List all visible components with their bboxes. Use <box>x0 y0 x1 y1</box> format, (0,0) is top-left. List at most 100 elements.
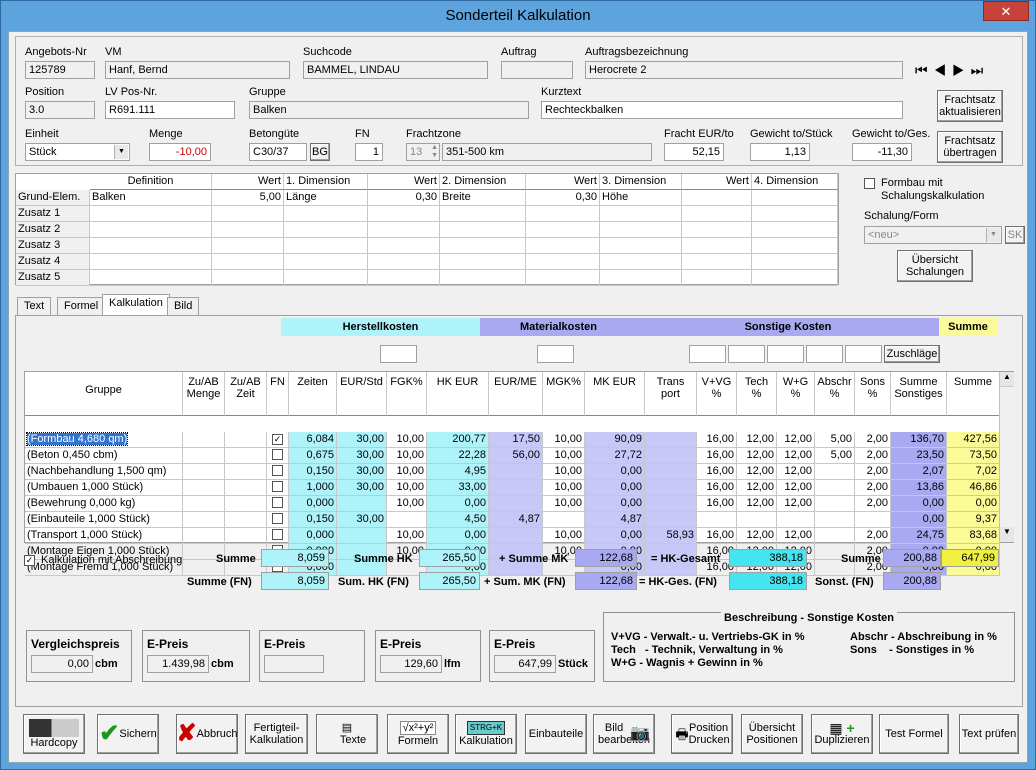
fn-checkbox-cell[interactable]: ✓ <box>267 432 289 448</box>
def-cell-w4[interactable] <box>682 206 752 222</box>
def-cell-d2[interactable] <box>440 206 526 222</box>
calc-cell-ss[interactable]: 0,00 <box>891 512 947 528</box>
calc-cell-vvg[interactable]: 16,00 <box>697 496 737 512</box>
calc-cell-tr[interactable] <box>645 480 697 496</box>
calc-cell-eur[interactable]: 30,00 <box>337 480 387 496</box>
calc-cell-me[interactable] <box>489 464 543 480</box>
def-cell-w1[interactable] <box>212 254 284 270</box>
calc-cell-tech[interactable]: 12,00 <box>737 480 777 496</box>
fn-checkbox-cell[interactable] <box>267 480 289 496</box>
calc-cell-vvg[interactable] <box>697 512 737 528</box>
calc-cell-zeit[interactable]: 1,000 <box>289 480 337 496</box>
zuschlag-fgk[interactable] <box>380 345 417 363</box>
calc-cell-so[interactable] <box>855 512 891 528</box>
hardcopy-button[interactable]: Hardcopy <box>23 714 85 754</box>
fn-checkbox-cell[interactable] <box>267 528 289 544</box>
calc-cell-wg[interactable]: 12,00 <box>777 496 815 512</box>
def-cell-w2[interactable] <box>368 238 440 254</box>
calc-cell-hk[interactable]: 200,77 <box>427 432 489 448</box>
calc-cell-mgk[interactable]: 10,00 <box>543 432 585 448</box>
calc-cell-ab[interactable] <box>815 512 855 528</box>
def-cell-d4[interactable] <box>752 206 838 222</box>
calc-cell-vvg[interactable]: 16,00 <box>697 464 737 480</box>
def-cell-w3[interactable] <box>526 206 600 222</box>
def-cell-w3[interactable] <box>526 238 600 254</box>
prev-record-icon[interactable]: ◀ <box>934 62 953 78</box>
calc-cell-hk[interactable]: 33,00 <box>427 480 489 496</box>
def-cell-d4[interactable] <box>752 254 838 270</box>
calc-cell-eur[interactable]: 30,00 <box>337 464 387 480</box>
calc-cell-tech[interactable]: 12,00 <box>737 528 777 544</box>
calc-cell-s[interactable]: 73,50 <box>947 448 1000 464</box>
fn-checkbox-cell[interactable] <box>267 496 289 512</box>
fn-checkbox-cell[interactable] <box>267 464 289 480</box>
calc-cell-tr[interactable] <box>645 432 697 448</box>
tab-kalkulation[interactable]: Kalkulation <box>102 294 170 316</box>
calc-row-gruppe[interactable]: (Beton 0,450 cbm) <box>25 448 183 464</box>
fn-field[interactable]: 1 <box>355 143 383 161</box>
calc-cell-tech[interactable]: 12,00 <box>737 464 777 480</box>
def-cell-d2[interactable] <box>440 238 526 254</box>
menge-field[interactable]: -10,00 <box>149 143 211 161</box>
calc-cell-so[interactable]: 2,00 <box>855 448 891 464</box>
calc-cell-ss[interactable]: 13,86 <box>891 480 947 496</box>
schalung-form-select[interactable]: <neu> ▼ <box>864 226 1002 244</box>
calc-cell-zeit[interactable]: 0,000 <box>289 496 337 512</box>
calc-cell-tr[interactable] <box>645 512 697 528</box>
calc-cell-fgk[interactable]: 10,00 <box>387 448 427 464</box>
calc-row-gruppe[interactable]: (Umbauen 1,000 Stück) <box>25 480 183 496</box>
def-cell-d2[interactable] <box>440 270 526 286</box>
def-cell-d4[interactable] <box>752 190 838 206</box>
bg-button[interactable]: BG <box>310 143 330 161</box>
def-cell-d2[interactable]: Breite <box>440 190 526 206</box>
position-drucken-button[interactable]: 🖶 Position Drucken <box>671 714 733 754</box>
calc-cell-tech[interactable]: 12,00 <box>737 432 777 448</box>
calc-cell-so[interactable]: 2,00 <box>855 432 891 448</box>
def-cell-w4[interactable] <box>682 254 752 270</box>
frachtsatz-uebertragen-button[interactable]: Frachtsatz übertragen <box>937 131 1003 163</box>
calc-cell-mk[interactable]: 90,09 <box>585 432 645 448</box>
fn-checkbox[interactable] <box>272 513 283 524</box>
calc-cell-me[interactable] <box>489 528 543 544</box>
sichern-button[interactable]: ✔ Sichern <box>97 714 159 754</box>
zuschlag-vvg[interactable] <box>689 345 726 363</box>
fn-checkbox[interactable] <box>272 449 283 460</box>
def-cell-w2[interactable] <box>368 270 440 286</box>
def-cell-w4[interactable] <box>682 270 752 286</box>
scroll-down-icon[interactable]: ▼ <box>1000 527 1014 542</box>
calc-cell-wg[interactable]: 12,00 <box>777 464 815 480</box>
calc-cell-fgk[interactable]: 10,00 <box>387 464 427 480</box>
def-cell-def[interactable] <box>90 206 212 222</box>
def-cell-w3[interactable] <box>526 254 600 270</box>
def-cell-d3[interactable] <box>600 270 682 286</box>
tab-formel[interactable]: Formel <box>57 297 106 315</box>
calc-cell-fgk[interactable]: 10,00 <box>387 496 427 512</box>
def-cell-d3[interactable] <box>600 222 682 238</box>
calc-cell-tr[interactable]: 58,93 <box>645 528 697 544</box>
calc-cell-eur[interactable]: 30,00 <box>337 512 387 528</box>
zuschlag-sons[interactable] <box>845 345 882 363</box>
next-record-icon[interactable]: ▶ <box>952 62 971 78</box>
calc-cell-s[interactable]: 7,02 <box>947 464 1000 480</box>
uebersicht-positionen-button[interactable]: Übersicht Positionen <box>741 714 803 754</box>
def-cell-d2[interactable] <box>440 254 526 270</box>
calc-cell-ab[interactable]: 5,00 <box>815 432 855 448</box>
calc-cell-mgk[interactable]: 10,00 <box>543 480 585 496</box>
def-cell-d4[interactable] <box>752 222 838 238</box>
calc-cell-ab[interactable]: 5,00 <box>815 448 855 464</box>
fn-checkbox[interactable] <box>272 529 283 540</box>
def-cell-d1[interactable] <box>284 206 368 222</box>
def-cell-d1[interactable]: Länge <box>284 190 368 206</box>
test-formel-button[interactable]: Test Formel <box>879 714 949 754</box>
def-cell-d3[interactable] <box>600 206 682 222</box>
def-cell-d3[interactable]: Höhe <box>600 190 682 206</box>
calc-cell-zeit[interactable]: 0,150 <box>289 512 337 528</box>
zuschlag-mgk[interactable] <box>537 345 574 363</box>
calc-cell-me[interactable]: 4,87 <box>489 512 543 528</box>
calc-cell-wg[interactable]: 12,00 <box>777 480 815 496</box>
abbruch-button[interactable]: ✘ Abbruch <box>176 714 238 754</box>
calc-row-gruppe[interactable]: (Einbauteile 1,000 Stück) <box>25 512 183 528</box>
formeln-button[interactable]: √x²+y² Formeln <box>387 714 449 754</box>
kalkulation-button[interactable]: STRG+K Kalkulation <box>455 714 517 754</box>
fn-checkbox[interactable] <box>272 497 283 508</box>
